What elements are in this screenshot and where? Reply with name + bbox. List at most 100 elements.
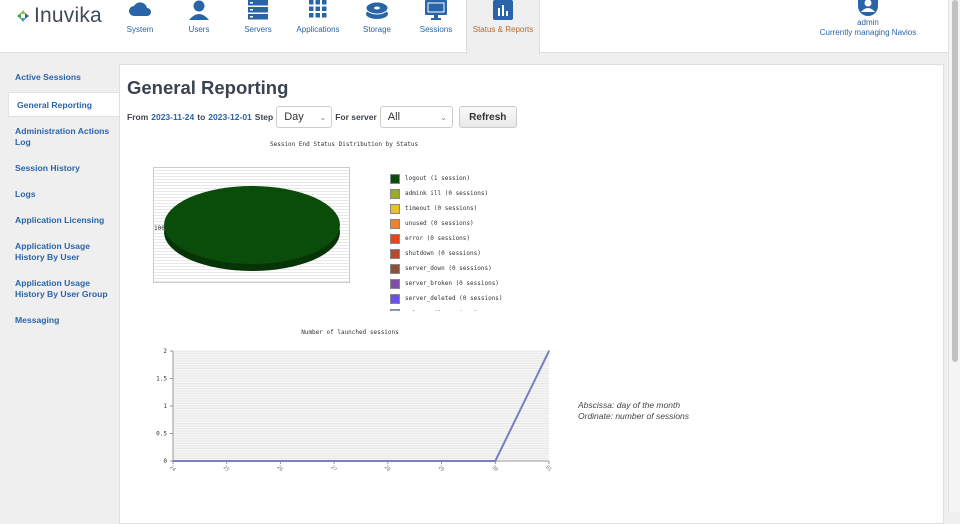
nav-label: Status & Reports [472,25,534,34]
scrollbar-thumb[interactable] [952,0,958,362]
chart-axis-note: Abscissa: day of the month Ordinate: num… [578,400,689,422]
legend-item: error (0 sessions) [390,231,530,246]
server-value: All [387,111,401,123]
step-select[interactable]: Day ⌄ [276,106,333,128]
step-label: Step [254,112,274,122]
data-point [172,460,174,462]
sidebar-item-messaging[interactable]: Messaging [0,315,120,326]
legend-item: unknown (0 sessions) [390,306,530,311]
top-navigation-bar: Inuvika System Users Servers Application… [0,0,948,54]
y-tick-label: 1.5 [156,376,167,383]
sidebar-item-application-licensing[interactable]: Application Licensing [0,215,120,226]
x-tick-label: 26 [275,464,284,473]
legend-item: server_broken (0 sessions) [390,276,530,291]
legend-swatch [390,188,400,199]
nav-label: Servers [244,25,272,34]
to-date-link[interactable]: 2023-12-01 [208,112,251,122]
legend-label: timeout (0 sessions) [405,205,478,212]
pie-legend: logout (1 session) admink ill (0 sessions… [390,171,530,311]
legend-label: admink ill (0 sessions) [405,190,489,197]
legend-swatch [390,293,400,304]
main-content: General Reporting From 2023-11-24 to 202… [119,64,944,524]
sidebar-item-administration-actions-log[interactable]: Administration Actions Log [0,126,110,148]
legend-swatch [390,263,400,274]
sidebar-item-active-sessions[interactable]: Active Sessions [0,72,120,83]
pie-slice-logout [164,186,340,264]
nav-label: Sessions [419,25,453,34]
legend-label: server_broken (0 sessions) [405,280,499,287]
legend-label: server_deleted (0 sessions) [405,295,503,302]
chevron-down-icon: ⌄ [440,112,447,122]
from-date-link[interactable]: 2023-11-24 [151,112,194,122]
avatar-icon [858,0,878,16]
bar-chart-icon [493,0,513,20]
x-tick-label: 27 [329,464,338,473]
page-title: General Reporting [127,77,289,98]
legend-label: server_down (0 sessions) [405,265,492,272]
legend-swatch [390,308,400,311]
x-tick-label: 30 [490,464,499,473]
user-menu[interactable]: admin Currently managing Navios [808,0,928,37]
server-label: For server [335,112,377,122]
server-select[interactable]: All ⌄ [379,106,453,128]
legend-swatch [390,278,400,289]
sidebar-item-application-usage-by-user-group[interactable]: Application Usage History By User Group [0,278,110,300]
sidebar-item-general-reporting[interactable]: General Reporting [8,92,120,117]
x-tick-label: 25 [222,464,231,473]
disk-icon [365,1,389,19]
legend-item: logout (1 session) [390,171,530,186]
cloud-icon [129,2,151,16]
legend-label: error (0 sessions) [405,235,471,242]
inuvika-logo[interactable]: Inuvika [15,4,102,28]
grid-icon [309,0,327,18]
legend-swatch [390,203,400,214]
ordinate-note: Ordinate: number of sessions [578,411,690,421]
pie-chart: 100% [153,167,350,283]
legend-swatch [390,173,400,184]
data-point [494,460,497,462]
legend-label: unknown (0 sessions) [405,310,477,311]
line-chart-title: Number of launched sessions [301,329,399,336]
legend-label: shutdown (0 sessions) [405,250,481,257]
inuvika-logo-icon [17,10,29,22]
x-tick-label: 24 [168,464,177,473]
legend-item: server_deleted (0 sessions) [390,291,530,306]
nav-status-reports[interactable]: Status & Reports [466,0,540,54]
legend-label: logout (1 session) [405,175,471,182]
data-point [279,460,282,462]
nav-label: System [126,25,154,34]
data-point [548,350,550,352]
legend-swatch [390,218,400,229]
logo-text: Inuvika [34,4,102,27]
sidebar-item-application-usage-by-user[interactable]: Application Usage History By User [0,241,100,263]
abscissa-note: Abscissa: day of the month [578,400,681,410]
line-chart: 0 0.5 1 1.5 2 24 25 26 27 28 29 30 01 [156,348,552,473]
legend-swatch [390,233,400,244]
monitor-icon [425,0,447,20]
pie-slice-label: 100% [154,225,169,232]
legend-swatch [390,248,400,259]
legend-item: unused (0 sessions) [390,216,530,231]
x-tick-label: 28 [383,464,392,473]
legend-item: server_down (0 sessions) [390,261,530,276]
nav-sessions[interactable]: Sessions [398,0,474,53]
step-value: Day [284,111,304,123]
y-tick-label: 0.5 [156,431,167,438]
legend-label: unused (0 sessions) [405,220,474,227]
nav-label: Applications [296,25,340,34]
data-point [440,460,443,462]
sidebar-item-logs[interactable]: Logs [0,189,120,200]
y-tick-label: 2 [163,348,167,355]
legend-item: shutdown (0 sessions) [390,246,530,261]
sidebar-item-session-history[interactable]: Session History [0,163,120,174]
page-scrollbar[interactable] [948,0,960,512]
x-tick-label: 29 [437,464,446,473]
data-point [225,460,228,462]
nav-label: Users [188,25,210,34]
data-point [387,460,389,462]
data-point [333,460,335,462]
refresh-button[interactable]: Refresh [458,106,517,128]
username: admin [857,18,879,27]
chevron-down-icon: ⌄ [319,112,327,122]
user-icon [189,0,209,20]
